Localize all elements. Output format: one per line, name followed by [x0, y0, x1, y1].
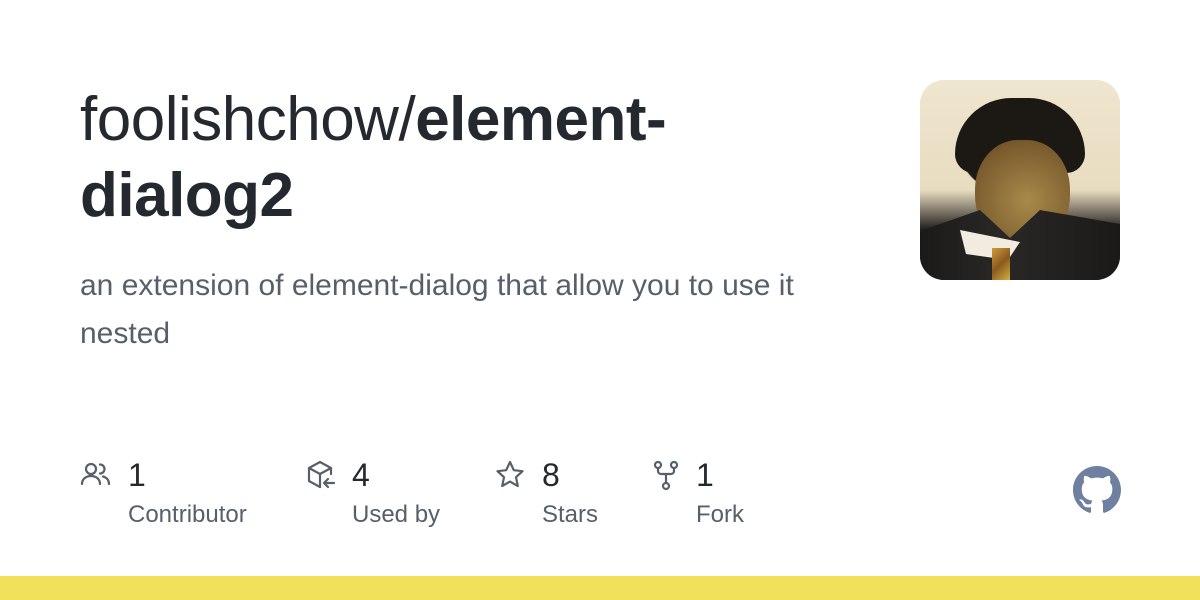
star-icon [496, 460, 524, 488]
contributors-label: Contributor [128, 501, 247, 528]
forks-label: Fork [696, 501, 744, 528]
repo-forked-icon [653, 460, 679, 491]
repo-title: foolishchow/element-dialog2 [80, 82, 840, 234]
contributors-count: 1 [128, 457, 146, 493]
owner-avatar [920, 80, 1120, 280]
forks-count: 1 [696, 457, 714, 493]
people-icon [80, 462, 111, 486]
stars-count: 8 [542, 457, 560, 493]
language-bar [0, 576, 1200, 600]
github-mark-icon[interactable] [1073, 466, 1121, 514]
repo-description: an extension of element-dialog that allo… [80, 269, 794, 350]
used-by-count: 4 [352, 457, 370, 493]
used-by-label: Used by [352, 501, 441, 528]
package-dependents-icon [307, 460, 336, 489]
avatar-tie [992, 248, 1010, 280]
repo-owner[interactable]: foolishchow/ [80, 85, 416, 154]
stars-label: Stars [542, 501, 599, 528]
